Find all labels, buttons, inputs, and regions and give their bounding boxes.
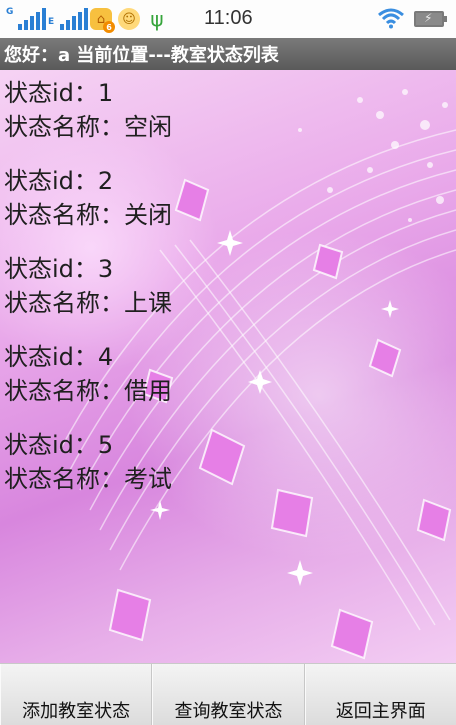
status-name-text: 状态名称：关闭 <box>4 198 444 232</box>
status-bar: G E ⌂ 6 ☺ ψ 11:06 ⚡ <box>0 0 456 38</box>
status-id-text: 状态id：3 <box>4 252 444 286</box>
signal-type-label: E <box>48 18 54 27</box>
status-name-text: 状态名称：考试 <box>4 462 444 496</box>
battery-icon: ⚡ <box>414 11 444 27</box>
status-list[interactable]: 状态id：1 状态名称：空闲 状态id：2 状态名称：关闭 状态id：3 状态名… <box>0 70 456 663</box>
query-classroom-status-button[interactable]: 查询教室状态 <box>152 664 304 725</box>
add-classroom-status-button[interactable]: 添加教室状态 <box>0 664 152 725</box>
list-item: 状态id：4 状态名称：借用 <box>4 340 444 408</box>
status-id-text: 状态id：4 <box>4 340 444 374</box>
signal-icon-sim1: G <box>6 6 42 32</box>
status-id-text: 状态id：1 <box>4 76 444 110</box>
back-to-main-button[interactable]: 返回主界面 <box>305 664 456 725</box>
list-item: 状态id：3 状态名称：上课 <box>4 252 444 320</box>
status-icons: G E ⌂ 6 ☺ ψ <box>0 0 168 38</box>
clock: 11:06 <box>204 7 253 30</box>
home-notification-icon: ⌂ 6 <box>90 8 112 30</box>
status-name-text: 状态名称：空闲 <box>4 110 444 144</box>
title-bar: 您好：a 当前位置---教室状态列表 <box>0 38 456 70</box>
status-name-text: 状态名称：上课 <box>4 286 444 320</box>
smiley-icon: ☺ <box>118 8 140 30</box>
status-name-text: 状态名称：借用 <box>4 374 444 408</box>
status-id-text: 状态id：5 <box>4 428 444 462</box>
list-item: 状态id：5 状态名称：考试 <box>4 428 444 496</box>
signal-icon-sim2: E <box>48 6 84 32</box>
records-list: 状态id：1 状态名称：空闲 状态id：2 状态名称：关闭 状态id：3 状态名… <box>4 76 444 516</box>
list-item: 状态id：1 状态名称：空闲 <box>4 76 444 144</box>
status-id-text: 状态id：2 <box>4 164 444 198</box>
bottom-button-bar: 添加教室状态 查询教室状态 返回主界面 <box>0 663 456 725</box>
list-item: 状态id：2 状态名称：关闭 <box>4 164 444 232</box>
signal-type-label: G <box>6 8 13 17</box>
usb-icon: ψ <box>146 8 168 30</box>
notification-badge: 6 <box>103 21 115 33</box>
wifi-icon <box>378 7 404 29</box>
